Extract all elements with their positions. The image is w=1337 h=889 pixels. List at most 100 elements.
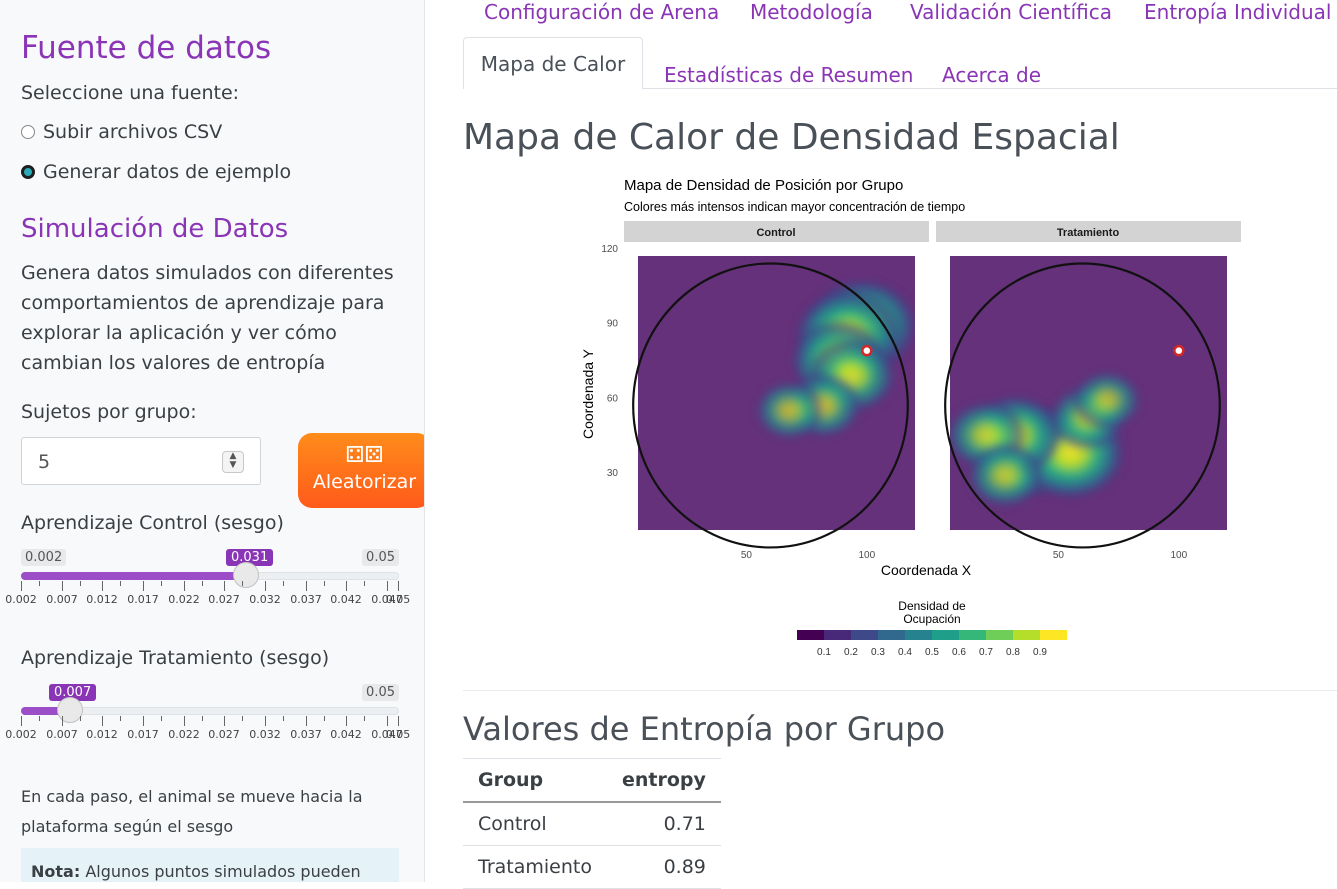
facet-label: Tratamiento: [1057, 227, 1120, 239]
control-slider-label: Aprendizaje Control (sesgo): [21, 512, 284, 534]
slider-tick: [306, 716, 307, 726]
section-divider: [463, 690, 1337, 691]
spinner-arrows-icon[interactable]: ▲ ▼: [222, 451, 244, 473]
tab-acerca-de[interactable]: Acerca de: [942, 63, 1041, 87]
treatment-slider-label: Aprendizaje Tratamiento (sesgo): [21, 647, 330, 669]
slider-ticks: 0.002 0.007 0.012 0.017 0.022 0.027 0.032 0.037…: [5, 716, 410, 741]
legend-swatch: [878, 630, 905, 640]
slider-tick-label: 0.017: [127, 593, 159, 606]
slider-tick-label: 0.002: [5, 593, 37, 606]
legend-swatch: [851, 630, 878, 640]
radio-dot[interactable]: [21, 125, 35, 139]
radio-dot-selected[interactable]: [21, 165, 35, 179]
legend-break-label: 0.3: [871, 647, 885, 658]
legend-break-label: 0.7: [979, 647, 993, 658]
column-header-group: Group: [463, 758, 607, 803]
slider-tick: [184, 581, 185, 591]
slider-minor-tick: [242, 716, 243, 721]
y-tick-label: 90: [607, 319, 619, 330]
cell-group: Control: [463, 802, 607, 846]
tab-mapa-de-calor[interactable]: Mapa de Calor: [463, 37, 643, 89]
cell-entropy: 0.71: [606, 802, 721, 846]
x-tick-label: 100: [1170, 550, 1187, 561]
data-source-title: Fuente de datos: [21, 30, 272, 66]
note-box: Nota: Algunos puntos simulados pueden: [21, 848, 399, 882]
slider-minor-tick: [120, 581, 121, 586]
slider-minor-tick: [39, 716, 40, 721]
slider-tick-label: 0.007: [46, 593, 78, 606]
legend-break-label: 0.8: [1006, 647, 1020, 658]
slider-tick-label: 0.012: [86, 728, 118, 741]
tab-underline: [643, 88, 1337, 89]
column-header-entropy: entropy: [606, 758, 721, 803]
subjects-label: Sujetos por grupo:: [21, 401, 197, 423]
slider-tick: [346, 716, 347, 726]
tab-estadisticas-resumen[interactable]: Estadísticas de Resumen: [664, 63, 913, 87]
slider-minor-tick: [202, 716, 203, 721]
legend-title: Densidad de: [898, 599, 966, 613]
slider-minor-tick: [242, 581, 243, 586]
y-axis-label: Coordenada Y: [580, 348, 596, 439]
table-header-row: Group entropy: [463, 758, 721, 803]
radio-generate-sample-label: Generar datos de ejemplo: [43, 161, 292, 183]
slider-tick: [398, 581, 399, 591]
y-tick-label: 30: [607, 468, 619, 479]
tab-metodologia[interactable]: Metodología: [750, 0, 873, 24]
density-legend: Densidad deOcupación 0.1 0.2 0.3 0.4 0.5 0.6 0.…: [797, 599, 1067, 658]
table-row: Tratamiento 0.89: [463, 845, 721, 889]
randomize-button[interactable]: ⚃⚄ Aleatorizar: [298, 433, 424, 508]
slider-minor-tick: [39, 581, 40, 586]
subjects-per-group-input[interactable]: 5 ▲ ▼: [21, 437, 261, 485]
chart-subtitle: Colores más intensos indican mayor conce…: [624, 200, 965, 214]
platform-marker: [861, 344, 873, 357]
tab-entropia-individual[interactable]: Entropía Individual: [1144, 0, 1331, 24]
cell-entropy: 0.89: [606, 845, 721, 889]
slider-tick: [21, 581, 22, 591]
slider-tick-label: 0.002: [5, 728, 37, 741]
slider-tick-label: 0.027: [208, 728, 240, 741]
slider-tick: [265, 716, 266, 726]
simulation-description: Genera datos simulados con diferentes co…: [21, 262, 394, 374]
slider-fill: [21, 572, 247, 580]
density-hotspot: [754, 380, 826, 441]
radio-generate-sample[interactable]: Generar datos de ejemplo: [21, 161, 291, 183]
slider-tick: [102, 716, 103, 726]
slider-minor-tick: [364, 581, 365, 586]
simulation-title: Simulación de Datos: [21, 214, 289, 244]
legend-break-label: 0.9: [1033, 647, 1047, 658]
legend-swatch: [1040, 630, 1067, 640]
tab-configuracion-arena[interactable]: Configuración de Arena: [484, 0, 719, 24]
slider-minor-tick: [324, 581, 325, 586]
table-row: Control 0.71: [463, 802, 721, 846]
platform-marker: [1173, 344, 1185, 357]
slider-tick: [62, 716, 63, 726]
slider-tick: [387, 581, 388, 591]
slider-tick-label: 0.022: [168, 728, 200, 741]
slider-tick-label: 0.037: [290, 728, 322, 741]
legend-swatch: [824, 630, 851, 640]
dice-icon: ⚃⚄: [345, 443, 384, 468]
x-tick-label: 50: [741, 550, 753, 561]
tab-validacion-cientifica[interactable]: Validación Científica: [910, 0, 1112, 24]
y-tick-label: 60: [607, 393, 619, 404]
slider-tick-label: 0.017: [127, 728, 159, 741]
treatment-bias-slider[interactable]: 0.007 0.05 0.002 0.007 0.012 0.017 0.022 0.02…: [5, 684, 410, 754]
slider-tick: [387, 716, 388, 726]
slider-minor-tick: [324, 716, 325, 721]
legend-break-label: 0.4: [898, 647, 912, 658]
slider-tick-label: 0.042: [330, 593, 362, 606]
slider-minor-tick: [80, 581, 81, 586]
slider-minor-tick: [120, 716, 121, 721]
slider-tick: [184, 716, 185, 726]
slider-tick: [143, 716, 144, 726]
slider-tick: [224, 581, 225, 591]
legend-break-label: 0.5: [925, 647, 939, 658]
x-tick-label: 100: [858, 550, 875, 561]
facet-label: Control: [756, 227, 795, 239]
subjects-value: 5: [38, 451, 51, 473]
slider-max: 0.05: [362, 549, 399, 566]
slider-min: 0.002: [21, 549, 67, 566]
radio-upload-csv[interactable]: Subir archivos CSV: [21, 121, 222, 143]
legend-swatch: [797, 630, 824, 640]
control-bias-slider[interactable]: 0.002 0.031 0.05 0.002 0.007 0.012 0.017 0.0…: [5, 549, 410, 619]
